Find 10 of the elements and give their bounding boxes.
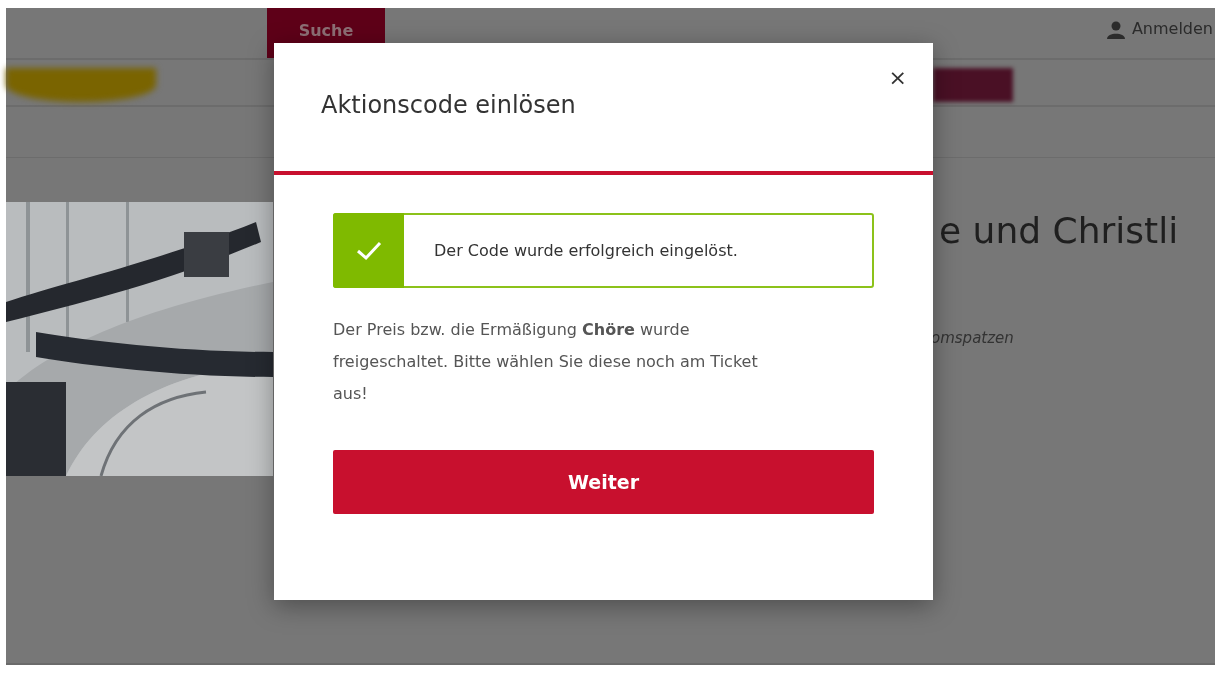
info-text: Der Preis bzw. die Ermäßigung Chöre wurde freigeschaltet. Bitte wählen Sie diese noch am Ticket aus!: [333, 319, 759, 405]
user-icon: [1105, 20, 1126, 40]
modal-title: Aktionscode einlösen: [321, 91, 576, 119]
event-title: e und Christli: [939, 210, 1179, 251]
alert-message: Der Code wurde erfolgreich eingelöst.: [434, 241, 738, 260]
close-button[interactable]: ×: [884, 63, 911, 92]
check-icon: [355, 240, 382, 261]
continue-button[interactable]: Weiter: [333, 450, 874, 514]
event-subtitle: omspatzen: [931, 329, 1015, 347]
login-link[interactable]: Anmelden: [1131, 19, 1213, 38]
